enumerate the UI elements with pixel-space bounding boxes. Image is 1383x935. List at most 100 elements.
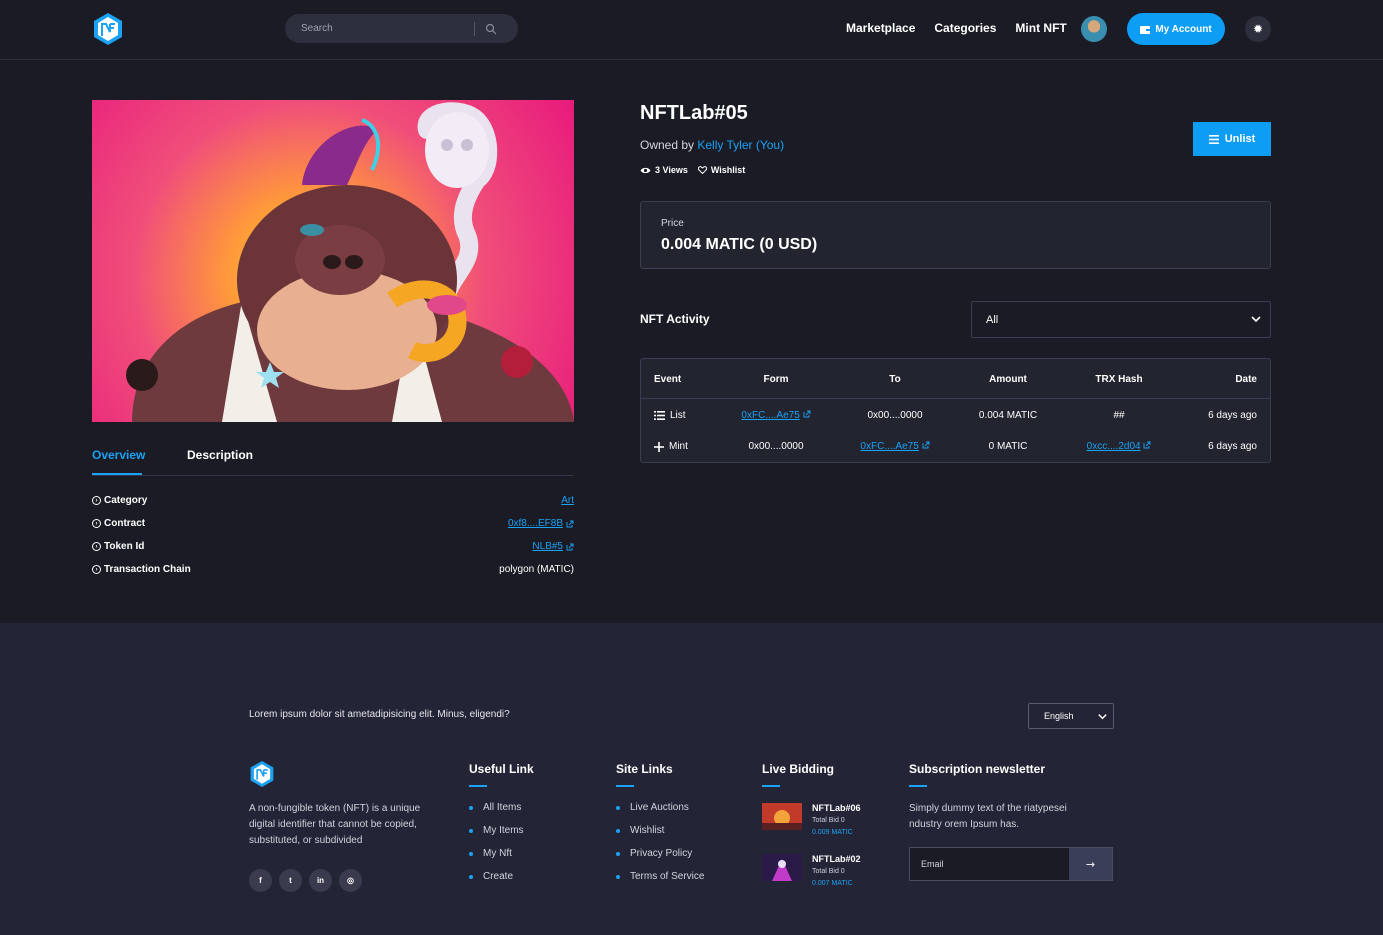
newsletter-text: Simply dummy text of the riatypesei ndus…: [909, 803, 1067, 830]
table-row-event: Mint: [654, 441, 688, 452]
theme-toggle-sun-icon[interactable]: ✹: [1245, 16, 1271, 42]
chevron-circle-icon: ›: [92, 565, 101, 574]
owned-by-prefix: Owned by: [640, 138, 695, 152]
activity-filter-value: All: [986, 313, 999, 326]
table-row-event: List: [654, 410, 686, 421]
plus-icon: [654, 441, 664, 452]
activity-title: NFT Activity: [640, 312, 710, 326]
activity-table: Event Form To Amount TRX Hash Date List …: [640, 358, 1271, 463]
search-divider: [474, 21, 475, 36]
table-cell-date: 6 days ago: [1208, 410, 1257, 421]
search-input[interactable]: [285, 23, 470, 34]
footer-link[interactable]: My Nft: [469, 848, 524, 871]
col-event: Event: [654, 374, 682, 385]
footer-link[interactable]: Terms of Service: [616, 871, 704, 894]
footer-link[interactable]: All Items: [469, 802, 524, 825]
footer-link[interactable]: My Items: [469, 825, 524, 848]
address-link[interactable]: 0xFC....Ae75: [741, 410, 799, 421]
unlist-button[interactable]: Unlist: [1193, 122, 1271, 156]
overview-panel: › Category Art › Contract 0xf8....EF8B › To…: [92, 495, 574, 587]
instagram-icon[interactable]: ◎: [339, 869, 362, 892]
footer-logo-icon[interactable]: [249, 760, 275, 788]
footer-link[interactable]: Privacy Policy: [616, 848, 704, 871]
tab-description[interactable]: Description: [187, 448, 253, 462]
overview-row-category: › Category Art: [92, 495, 574, 518]
event-label: List: [670, 410, 686, 421]
overview-key: Transaction Chain: [104, 564, 191, 575]
views-count: 3 Views: [655, 165, 688, 175]
overview-key: Category: [104, 495, 148, 506]
site-logo-icon[interactable]: [92, 12, 124, 46]
table-cell-form: 0x00....0000: [748, 441, 804, 452]
nav-categories[interactable]: Categories: [934, 21, 996, 35]
site-footer: Lorem ipsum dolor sit ametadipisicing el…: [0, 623, 1383, 935]
price-card: Price 0.004 MATIC (0 USD): [640, 201, 1271, 269]
hash-link[interactable]: 0xcc....2d04: [1087, 441, 1141, 452]
overview-row-token-id: › Token Id NLB#5: [92, 541, 574, 564]
top-header: Marketplace Categories Mint NFT My Accou…: [0, 0, 1383, 60]
linkedin-icon[interactable]: in: [309, 869, 332, 892]
language-select[interactable]: English: [1028, 703, 1114, 729]
nft-meta: 3 Views Wishlist: [640, 165, 745, 175]
email-field[interactable]: [910, 848, 1069, 880]
footer-link[interactable]: Wishlist: [616, 825, 704, 848]
col-amount: Amount: [989, 374, 1027, 385]
facebook-icon[interactable]: f: [249, 869, 272, 892]
footer-link[interactable]: Create: [469, 871, 524, 894]
footer-about: A non-fungible token (NFT) is a unique d…: [249, 803, 421, 846]
search-icon[interactable]: [485, 23, 497, 35]
language-value: English: [1044, 711, 1074, 721]
tab-overview[interactable]: Overview: [92, 448, 145, 462]
external-link-icon: [566, 543, 574, 550]
bid-item[interactable]: NFTLab#06 Total Bid 0 0.009 MATIC: [762, 803, 861, 836]
table-cell-hash[interactable]: 0xcc....2d04: [1083, 441, 1155, 452]
user-avatar[interactable]: [1081, 16, 1107, 42]
category-link[interactable]: Art: [561, 495, 574, 506]
token-id-link[interactable]: NLB#5: [532, 541, 563, 552]
my-account-label: My Account: [1155, 23, 1212, 35]
price-label: Price: [661, 218, 684, 229]
table-cell-date: 6 days ago: [1208, 441, 1257, 452]
address-link[interactable]: 0xFC....Ae75: [860, 441, 918, 452]
table-cell-hash: ##: [1113, 410, 1125, 421]
col-to: To: [889, 374, 901, 385]
bid-item[interactable]: NFTLab#02 Total Bid 0 0.007 MATIC: [762, 854, 861, 887]
main-nav: Marketplace Categories Mint NFT: [846, 21, 1086, 35]
col-trx-hash: TRX Hash: [1095, 374, 1143, 385]
contract-link[interactable]: 0xf8....EF8B: [508, 518, 563, 529]
wishlist-button[interactable]: Wishlist: [697, 165, 745, 175]
nft-artwork-image: [92, 100, 574, 422]
bid-name: NFTLab#06: [812, 803, 861, 813]
owner-link[interactable]: Kelly Tyler (You): [697, 138, 784, 152]
unlist-label: Unlist: [1224, 133, 1256, 145]
live-bidding-title: Live Bidding: [762, 762, 834, 776]
activity-filter-select[interactable]: All: [971, 301, 1271, 338]
search-bar[interactable]: [285, 14, 518, 43]
my-account-button[interactable]: My Account: [1127, 13, 1225, 45]
bid-thumbnail: [762, 803, 802, 830]
detail-tabs: Overview Description: [92, 445, 574, 476]
useful-links-title: Useful Link: [469, 762, 534, 776]
site-links-list: Live Auctions Wishlist Privacy Policy Te…: [616, 802, 704, 894]
nav-mint-nft[interactable]: Mint NFT: [1015, 21, 1066, 35]
social-links: f t in ◎: [249, 869, 362, 892]
event-label: Mint: [669, 441, 688, 452]
external-link-icon: [1143, 441, 1151, 449]
nft-title: NFTLab#05: [640, 102, 748, 124]
nav-marketplace[interactable]: Marketplace: [846, 21, 915, 35]
external-link-icon: [922, 441, 930, 449]
bid-name: NFTLab#02: [812, 854, 861, 864]
table-cell-to[interactable]: 0xFC....Ae75: [859, 441, 931, 452]
footer-link[interactable]: Live Auctions: [616, 802, 704, 825]
twitter-icon[interactable]: t: [279, 869, 302, 892]
price-value: 0.004 MATIC (0 USD): [661, 236, 818, 253]
chevron-circle-icon: ›: [92, 519, 101, 528]
bid-thumbnail: [762, 854, 802, 881]
subscribe-button[interactable]: →: [1069, 848, 1112, 880]
table-cell-form[interactable]: 0xFC....Ae75: [740, 410, 812, 421]
bid-total: Total Bid 0: [812, 868, 845, 875]
bid-price: 0.007 MATIC: [812, 880, 853, 887]
chevron-down-icon: [1098, 714, 1107, 720]
col-form: Form: [763, 374, 789, 385]
chevron-circle-icon: ›: [92, 542, 101, 551]
